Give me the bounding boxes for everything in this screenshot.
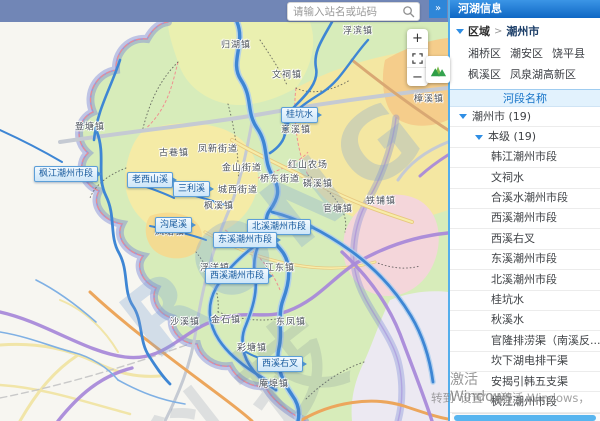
district-chip[interactable]: 凤泉湖高新区 xyxy=(510,66,576,82)
river-name-column-header: 河段名称 xyxy=(450,89,600,107)
river-segment-tag[interactable]: 老西山溪 xyxy=(127,172,178,188)
tree-row[interactable]: 官隆排涝渠（南溪反... xyxy=(450,331,600,352)
tree-row[interactable]: 西溪右叉 xyxy=(450,229,600,250)
tree-row-label: 官隆排涝渠（南溪反... xyxy=(491,333,600,347)
region-label[interactable]: 区域 xyxy=(468,23,490,39)
tree-row[interactable]: 枫江潮州市段 xyxy=(450,392,600,413)
map-canvas[interactable] xyxy=(0,0,448,421)
chevron-down-icon[interactable] xyxy=(459,114,467,120)
river-segment-tag[interactable]: 西溪右叉 xyxy=(257,356,308,372)
tree-row[interactable]: 北溪潮州市段 xyxy=(450,270,600,291)
gis-app-window: RONG 科技 归湖镇浮滨镇文祠镇樟溪镇意溪镇登塘镇古巷镇凤新街道金山街道红山农… xyxy=(0,0,600,421)
tree-row-label: 西溪右叉 xyxy=(491,231,535,245)
tree-row-label: 安揭引韩五支渠 xyxy=(491,374,568,388)
river-segment-tag[interactable]: 沟尾溪 xyxy=(155,217,197,233)
district-chip[interactable]: 饶平县 xyxy=(552,45,585,61)
trees-icon xyxy=(430,65,447,76)
tree-row-label: 桂坑水 xyxy=(491,293,524,307)
river-info-panel: 河湖信息 区域 > 潮州市 湘桥区 潮安区 饶平县枫溪区 凤泉湖高新区 河段名称 潮州… xyxy=(448,0,600,421)
tree-row[interactable]: 秋溪水 xyxy=(450,311,600,332)
fullscreen-icon xyxy=(412,52,423,64)
region-breadcrumb: 区域 > 潮州市 xyxy=(456,23,594,39)
district-chip[interactable]: 枫溪区 xyxy=(468,66,501,82)
selected-region[interactable]: 潮州市 xyxy=(506,23,539,39)
tree-row[interactable]: 韩江潮州市段 xyxy=(450,148,600,169)
district-chip[interactable]: 潮安区 xyxy=(510,45,543,61)
tree-row-label: 本级 (19) xyxy=(488,129,537,143)
fullscreen-button[interactable] xyxy=(407,48,428,67)
tree-row-label: 潮州市 (19) xyxy=(472,109,532,123)
district-chip[interactable]: 湘桥区 xyxy=(468,45,501,61)
river-segment-tag[interactable]: 三利溪 xyxy=(173,181,215,197)
tree-row[interactable]: 合溪水潮州市段 xyxy=(450,189,600,209)
region-selector: 区域 > 潮州市 湘桥区 潮安区 饶平县枫溪区 凤泉湖高新区 xyxy=(450,18,600,89)
tree-row[interactable]: 桂坑水 xyxy=(450,291,600,311)
search-input[interactable] xyxy=(288,5,402,18)
tree-row-label: 韩江潮州市段 xyxy=(491,150,557,164)
tree-row-label: 坎下湖电排干渠 xyxy=(491,354,568,368)
tree-row[interactable]: 本级 (19) xyxy=(450,127,600,148)
river-segment-tag[interactable]: 枫江潮州市段 xyxy=(34,166,103,182)
district-chip-list: 湘桥区 潮安区 饶平县枫溪区 凤泉湖高新区 xyxy=(456,39,594,84)
zoom-in-button[interactable]: + xyxy=(407,29,428,48)
tree-row-label: 文祠水 xyxy=(491,170,524,184)
tree-row-label: 秋溪水 xyxy=(491,313,524,327)
zoom-out-button[interactable]: − xyxy=(407,67,428,86)
chevron-down-icon[interactable] xyxy=(456,28,464,34)
station-search-box xyxy=(287,2,420,21)
tree-row-label: 东溪潮州市段 xyxy=(491,252,557,266)
scrollbar-thumb[interactable] xyxy=(454,415,597,421)
tree-row-label: 枫江潮州市段 xyxy=(491,394,557,408)
river-segment-tag[interactable]: 东溪潮州市段 xyxy=(213,232,282,248)
tree-row[interactable]: 潮州市 (19) xyxy=(450,107,600,128)
search-icon[interactable] xyxy=(402,5,415,18)
tree-row[interactable]: 西溪潮州市段 xyxy=(450,209,600,230)
tree-row[interactable]: 安揭引韩五支渠 xyxy=(450,372,600,393)
river-segment-tag[interactable]: 西溪潮州市段 xyxy=(205,268,274,284)
horizontal-scrollbar xyxy=(452,413,600,421)
river-tree-list: 潮州市 (19) 本级 (19) 韩江潮州市段 文祠水合溪水潮州市段 西溪潮州市段 西溪右… xyxy=(450,107,600,421)
panel-collapse-button[interactable]: » xyxy=(429,0,447,18)
tree-row-label: 合溪水潮州市段 xyxy=(491,191,568,205)
tree-row-label: 西溪潮州市段 xyxy=(491,211,557,225)
tree-row[interactable]: 坎下湖电排干渠 xyxy=(450,352,600,373)
panel-title: 河湖信息 xyxy=(450,0,600,18)
tree-row[interactable]: 文祠水 xyxy=(450,168,600,189)
tree-row-label: 北溪潮州市段 xyxy=(491,272,557,286)
map-zoom-control: + − xyxy=(407,29,428,86)
tree-row[interactable]: 东溪潮州市段 xyxy=(450,250,600,271)
breadcrumb-separator: > xyxy=(494,25,503,37)
river-segment-tag[interactable]: 桂坑水 xyxy=(281,107,323,123)
chevron-down-icon[interactable] xyxy=(475,134,483,140)
layers-button[interactable] xyxy=(426,56,450,83)
